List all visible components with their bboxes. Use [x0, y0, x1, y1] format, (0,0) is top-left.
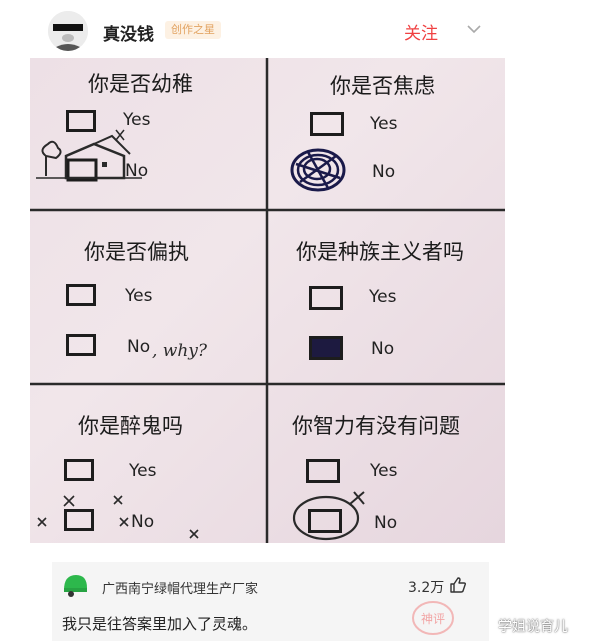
commenter-avatar[interactable]	[62, 573, 88, 599]
creator-badge: 创作之星	[165, 21, 221, 39]
scribble-icon	[290, 148, 346, 192]
thumbs-up-icon[interactable]	[449, 576, 467, 594]
option-no: No	[371, 339, 395, 359]
like-count: 3.2万	[408, 580, 445, 596]
watermark: 学姐说育儿	[498, 619, 568, 635]
quiz-question: 你是否焦虑	[330, 74, 435, 98]
option-yes: Yes	[129, 461, 157, 481]
checkbox-yes	[310, 112, 344, 136]
circle-mark-icon	[292, 491, 365, 541]
quiz-question: 你是醉鬼吗	[78, 414, 183, 438]
quiz-photo: 你是否幼稚 Yes No 你是否焦虑 Yes No 你是否偏执 Yes No ,…	[30, 58, 505, 543]
author-name[interactable]: 真没钱	[103, 20, 154, 45]
checkbox-no-filled	[309, 336, 343, 360]
quiz-question: 你是种族主义者吗	[296, 240, 464, 264]
post-header: 真没钱 创作之星 关注	[0, 0, 589, 58]
checkbox-no	[66, 334, 96, 356]
handwritten-note: , why?	[152, 341, 208, 361]
option-yes: Yes	[123, 110, 151, 130]
comment-text: 我只是往答案里加入了灵魂。	[62, 615, 258, 633]
option-yes: Yes	[370, 114, 398, 134]
author-avatar[interactable]	[48, 11, 88, 51]
checkbox-yes	[64, 459, 94, 481]
option-no: No	[127, 337, 151, 357]
quiz-question: 你智力有没有问题	[292, 414, 460, 438]
commenter-name[interactable]: 广西南宁绿帽代理生产厂家	[102, 578, 258, 597]
checkbox-yes	[309, 286, 343, 310]
option-yes: Yes	[369, 287, 397, 307]
hot-comment: 广西南宁绿帽代理生产厂家 3.2万 神评 我只是往答案里加入了灵魂。	[52, 562, 489, 641]
hot-comment-stamp-icon: 神评	[412, 601, 454, 635]
option-yes: Yes	[370, 461, 398, 481]
stamp-text: 神评	[421, 612, 445, 626]
cross-marks-icon	[37, 495, 199, 539]
checkbox-yes	[306, 459, 340, 483]
quiz-question: 你是否偏执	[84, 240, 189, 264]
quiz-question: 你是否幼稚	[88, 72, 193, 96]
follow-button[interactable]: 关注	[404, 19, 438, 44]
checkbox-yes	[66, 284, 96, 306]
option-no: No	[372, 162, 396, 182]
option-yes: Yes	[125, 286, 153, 306]
chevron-down-icon[interactable]	[466, 22, 482, 36]
house-doodle-icon	[36, 129, 142, 182]
